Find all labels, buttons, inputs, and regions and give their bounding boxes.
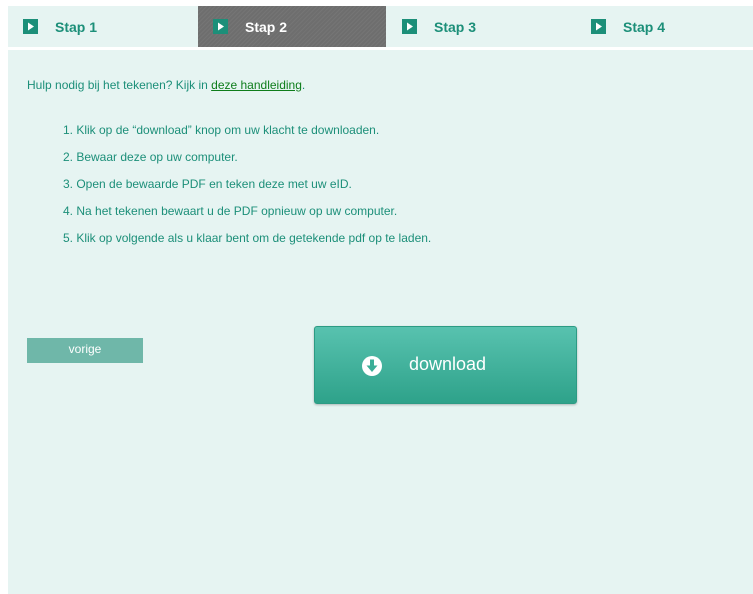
step-tabs: Stap 1 Stap 2 Stap 3 Stap 4 (8, 6, 753, 50)
help-prefix: Hulp nodig bij het tekenen? Kijk in (27, 78, 208, 92)
download-button-label: download (409, 354, 487, 374)
instruction-list: 1. Klik op de “download” knop om uw klac… (63, 121, 431, 256)
list-item: 5. Klik op volgende als u klaar bent om … (63, 231, 432, 245)
list-item: 1. Klik op de “download” knop om uw klac… (63, 123, 380, 137)
download-icon (361, 355, 383, 382)
manual-link[interactable]: deze handleiding (211, 78, 302, 92)
play-icon (402, 19, 417, 34)
step-label: Stap 1 (55, 18, 98, 35)
content-panel: Stap 1 Stap 2 Stap 3 Stap 4 Hulp nodig b… (8, 6, 753, 594)
list-item: 2. Bewaar deze op uw computer. (63, 150, 238, 164)
play-icon (23, 19, 38, 34)
help-text: Hulp nodig bij het tekenen? Kijk in deze… (27, 78, 305, 92)
list-item: 3. Open de bewaarde PDF en teken deze me… (63, 177, 352, 191)
help-suffix: . (301, 78, 306, 92)
step-label: Stap 2 (245, 18, 288, 35)
tab-stap-4[interactable]: Stap 4 (576, 6, 753, 47)
step-label: Stap 3 (434, 18, 477, 35)
play-icon (213, 19, 228, 34)
play-icon (591, 19, 606, 34)
tab-stap-1[interactable]: Stap 1 (8, 6, 196, 47)
download-button[interactable]: download (314, 326, 577, 404)
step-label: Stap 4 (623, 18, 666, 35)
previous-button[interactable]: vorige (27, 338, 143, 363)
list-item: 4. Na het tekenen bewaart u de PDF opnie… (63, 204, 398, 218)
tab-stap-3[interactable]: Stap 3 (387, 6, 575, 47)
previous-button-label: vorige (68, 341, 102, 356)
tab-stap-2[interactable]: Stap 2 (198, 6, 386, 47)
